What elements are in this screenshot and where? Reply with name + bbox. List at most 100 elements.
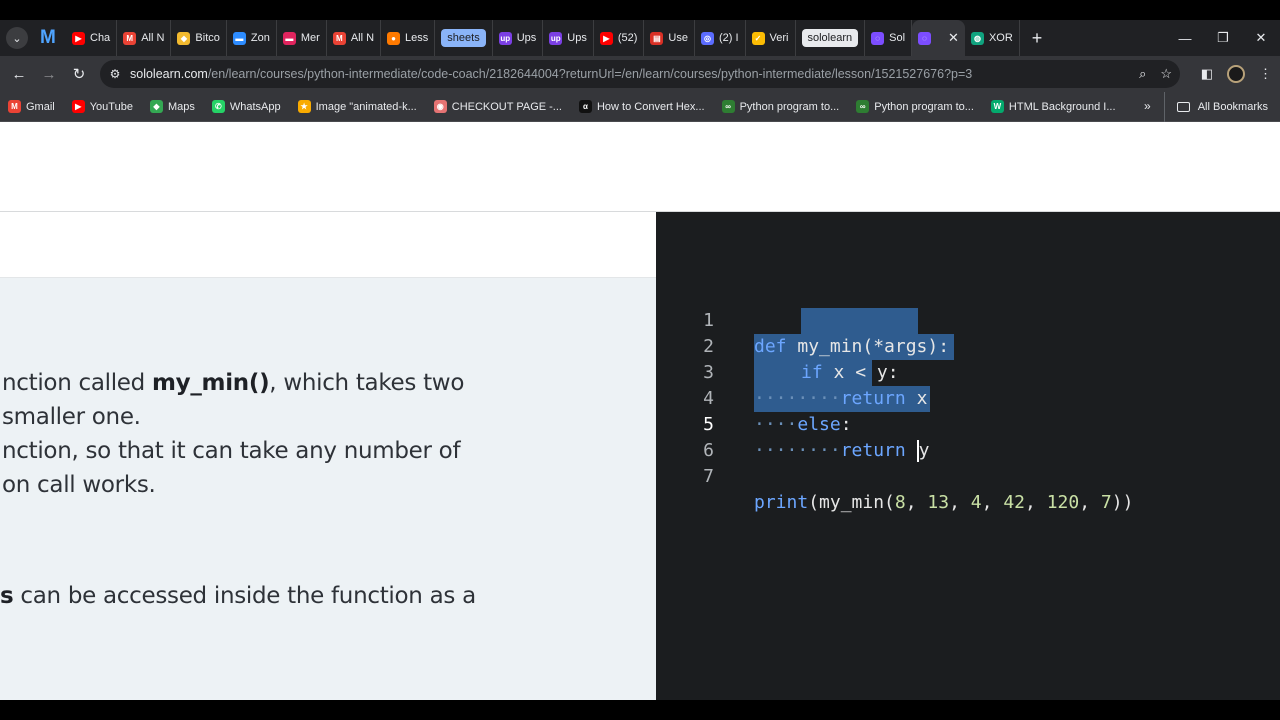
code-line[interactable]: 7 print(my_min(8, 13, 4, 42, 120, 7)) xyxy=(656,438,1280,513)
code-line[interactable]: 1 def my_min(*args): xyxy=(656,282,1280,357)
browser-tab[interactable]: ◎ (2) I xyxy=(695,20,746,56)
lesson-panel-header xyxy=(0,212,656,278)
tab-title: Ups xyxy=(567,32,587,44)
browser-tab[interactable]: ▤ Use xyxy=(644,20,695,56)
browser-tab[interactable]: ▶ (52) xyxy=(594,20,645,56)
tab-active[interactable]: ◌ ✕ xyxy=(912,20,965,56)
tab-title: All N xyxy=(141,32,165,44)
tab-favicon-icon: ◆ xyxy=(177,31,191,45)
bookmark-favicon-icon: α xyxy=(578,100,592,113)
code-line[interactable]: 4 ····else: xyxy=(656,360,1280,435)
url-text[interactable]: sololearn.com/en/learn/courses/python-in… xyxy=(130,67,1110,81)
bookmark-item[interactable]: ▶ YouTube xyxy=(71,100,133,113)
address-bar[interactable]: ⚙ sololearn.com/en/learn/courses/python-… xyxy=(100,60,1180,88)
browser-tab[interactable]: M All N xyxy=(327,20,382,56)
tab-favicon-icon: ◌ xyxy=(871,31,885,45)
profile-avatar[interactable] xyxy=(1227,65,1245,83)
tab-list: ▶ Cha M All N ◆ Bitco ▬ Zon ▬ Mer M All N ● Less sheet… xyxy=(66,20,1020,56)
tab-title: All N xyxy=(350,32,375,44)
bookmark-item[interactable]: ★ Image "animated-k... xyxy=(297,100,417,113)
lesson-description: nction called my_min(), which takes two … xyxy=(0,278,656,700)
browser-tab[interactable]: M All N xyxy=(117,20,172,56)
browser-tab[interactable]: up Ups xyxy=(493,20,544,56)
reload-icon[interactable]: ↻ xyxy=(64,65,94,83)
all-bookmarks-button[interactable]: All Bookmarks xyxy=(1163,92,1268,122)
bookmark-item[interactable]: ◉ CHECKOUT PAGE -... xyxy=(433,100,562,113)
tab-title: Mer xyxy=(300,32,320,44)
tab-title: sololearn xyxy=(801,29,859,47)
tab-favicon-icon: ◌ xyxy=(918,31,932,45)
tab-favicon-icon: ▶ xyxy=(72,31,85,45)
browser-tab[interactable]: ▶ Cha xyxy=(66,20,118,56)
close-window-icon[interactable]: ✕ xyxy=(1242,30,1280,46)
tab-title: Ups xyxy=(516,32,537,44)
site-info-icon[interactable]: ⚙ xyxy=(100,67,130,81)
tab-strip: ⌄ M ▶ Cha M All N ◆ Bitco ▬ Zon ▬ Mer M All N ● Less s… xyxy=(0,20,1280,56)
bookmark-favicon-icon: W xyxy=(990,100,1004,113)
menu-kebab-icon[interactable]: ⋮ xyxy=(1259,66,1272,82)
browser-tab[interactable]: sololearn xyxy=(796,20,866,56)
bookmark-item[interactable]: α How to Convert Hex... xyxy=(578,100,705,113)
zoom-icon[interactable]: ⌕ xyxy=(1139,66,1146,82)
bookmark-item[interactable]: M Gmail xyxy=(8,100,55,113)
tab-title: Sol xyxy=(889,32,906,44)
minimize-icon[interactable]: — xyxy=(1166,31,1204,46)
new-tab-button[interactable]: + xyxy=(1032,28,1043,49)
back-icon[interactable]: ← xyxy=(4,66,34,83)
bookmark-favicon-icon: ★ xyxy=(297,100,311,113)
lesson-text-line: nction, so that it can take any number o… xyxy=(2,438,461,464)
code-line[interactable]: 2 if x < y: xyxy=(656,308,1280,383)
bookmark-label: WhatsApp xyxy=(229,100,281,113)
bookmark-label: Python program to... xyxy=(739,100,840,113)
tab-favicon-icon: ▶ xyxy=(599,31,613,45)
pinned-tab-logo-icon[interactable]: M xyxy=(40,27,66,49)
bookmark-label: Image "animated-k... xyxy=(315,100,417,113)
browser-tab[interactable]: ▬ Mer xyxy=(277,20,327,56)
page-header xyxy=(0,122,1280,212)
forward-icon[interactable]: → xyxy=(34,66,64,83)
restore-icon[interactable]: ❐ xyxy=(1204,30,1242,46)
bookmark-star-icon[interactable]: ☆ xyxy=(1160,66,1172,82)
side-panel-icon[interactable]: ◧ xyxy=(1201,66,1213,82)
page-content: nction called my_min(), which takes two … xyxy=(0,122,1280,700)
tab-favicon-icon: ◍ xyxy=(970,31,984,45)
bookmark-item[interactable]: ◆ Maps xyxy=(149,100,195,113)
code-line-current[interactable]: 5 ········return y xyxy=(656,386,1280,462)
bookmark-favicon-icon: ∞ xyxy=(856,100,870,113)
bookmark-label: CHECKOUT PAGE -... xyxy=(451,100,562,113)
browser-tab[interactable]: ◆ Bitco xyxy=(171,20,227,56)
browser-tab[interactable]: sheets xyxy=(435,20,493,56)
bookmark-item[interactable]: ✆ WhatsApp xyxy=(211,100,281,113)
bookmark-item[interactable]: ∞ Python program to... xyxy=(856,100,974,113)
code-editor[interactable]: 1 def my_min(*args): 2 if x < y: 3 ·····… xyxy=(656,212,1280,700)
bookmark-label: Python program to... xyxy=(874,100,974,113)
browser-tab[interactable]: ◍ XOR xyxy=(965,20,1020,56)
line-number: 7 xyxy=(703,466,714,487)
tab-title: sheets xyxy=(441,29,486,47)
bookmark-item[interactable]: ∞ Python program to... xyxy=(721,100,840,113)
tab-title: Veri xyxy=(769,32,789,44)
folder-icon xyxy=(1176,102,1190,112)
tab-title: Cha xyxy=(90,32,111,44)
chevron-double-right-icon[interactable]: » xyxy=(1144,99,1151,113)
browser-tab[interactable]: ▬ Zon xyxy=(227,20,277,56)
tab-favicon-icon: up xyxy=(498,31,512,45)
lesson-panel: nction called my_min(), which takes two … xyxy=(0,212,656,700)
browser-tab[interactable]: ◌ Sol xyxy=(865,20,913,56)
browser-tab[interactable]: ● Less xyxy=(381,20,436,56)
lesson-text-line: on call works. xyxy=(2,472,156,498)
code-line[interactable]: 3 ········return x xyxy=(656,334,1280,409)
browser-tab[interactable]: up Ups xyxy=(543,20,594,56)
tab-title: Use xyxy=(668,32,688,44)
close-tab-icon[interactable]: ✕ xyxy=(948,30,959,46)
code-line[interactable]: 6 xyxy=(656,412,1280,461)
tab-favicon-icon: ▤ xyxy=(650,31,664,45)
browser-tab[interactable]: ✓ Veri xyxy=(746,20,796,56)
bookmark-favicon-icon: M xyxy=(8,100,21,113)
bookmarks-bar: M Gmail ▶ YouTube ◆ Maps ✆ WhatsApp ★ Image "anim… xyxy=(0,92,1280,122)
tab-search-button[interactable]: ⌄ xyxy=(6,27,28,49)
tab-favicon-icon: ◎ xyxy=(700,31,714,45)
bookmark-favicon-icon: ∞ xyxy=(721,100,735,113)
browser-toolbar: ← → ↻ ⚙ sololearn.com/en/learn/courses/p… xyxy=(0,56,1280,92)
bookmark-item[interactable]: W HTML Background I... xyxy=(990,100,1116,113)
